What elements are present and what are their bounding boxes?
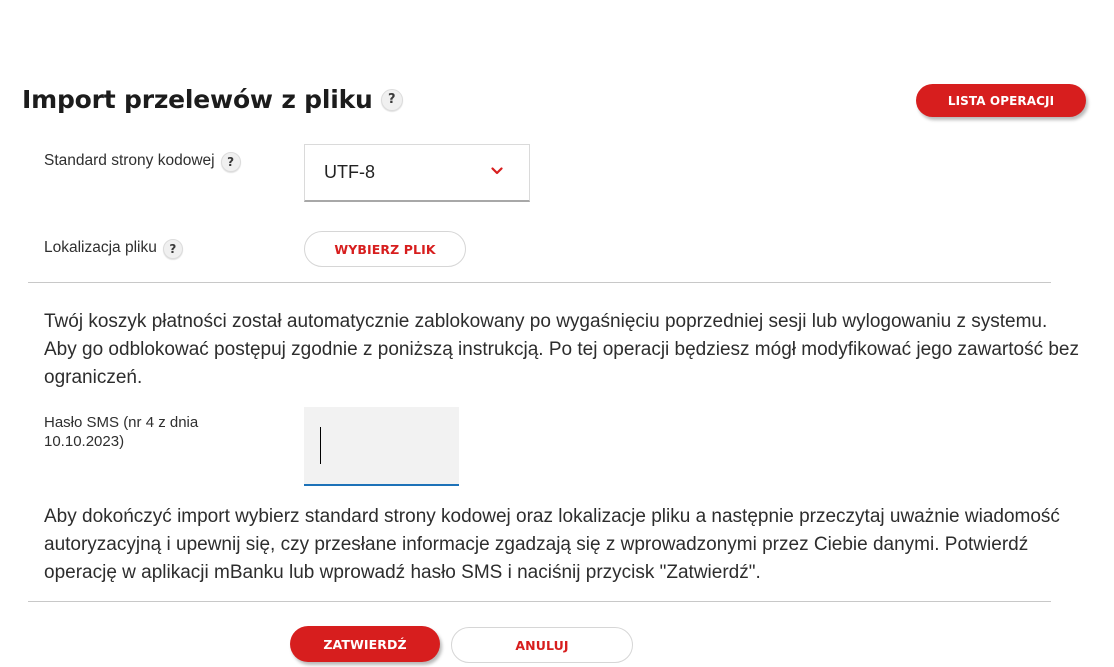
- operations-list-button[interactable]: LISTA OPERACJI: [916, 84, 1086, 117]
- blocked-basket-message: Twój koszyk płatności został automatyczn…: [44, 311, 1079, 388]
- codepage-label: Standard strony kodowej ?: [44, 149, 241, 172]
- help-icon[interactable]: ?: [162, 239, 183, 259]
- divider: [28, 601, 1051, 602]
- file-location-label-text: Lokalizacja pliku: [44, 238, 157, 256]
- page-title-text: Import przelewów z pliku: [22, 85, 373, 114]
- page-title: Import przelewów z pliku ?: [22, 85, 403, 114]
- chevron-down-icon: [491, 167, 503, 175]
- codepage-selected-value: UTF-8: [324, 162, 375, 182]
- help-icon[interactable]: ?: [220, 152, 241, 172]
- help-icon[interactable]: ?: [380, 88, 403, 111]
- sms-password-input[interactable]: [304, 407, 459, 486]
- sms-password-label: Hasło SMS (nr 4 z dnia 10.10.2023): [44, 414, 199, 450]
- text-caret: [320, 427, 321, 464]
- confirm-button[interactable]: ZATWIERDŹ: [290, 626, 440, 662]
- cancel-button[interactable]: ANULUJ: [451, 627, 633, 663]
- divider: [28, 282, 1051, 283]
- choose-file-button[interactable]: WYBIERZ PLIK: [304, 231, 466, 267]
- file-location-label: Lokalizacja pliku ?: [44, 236, 183, 259]
- codepage-label-text: Standard strony kodowej: [44, 151, 215, 169]
- instruction-message: Aby dokończyć import wybierz standard st…: [44, 506, 1060, 583]
- codepage-select[interactable]: UTF-8: [304, 144, 530, 202]
